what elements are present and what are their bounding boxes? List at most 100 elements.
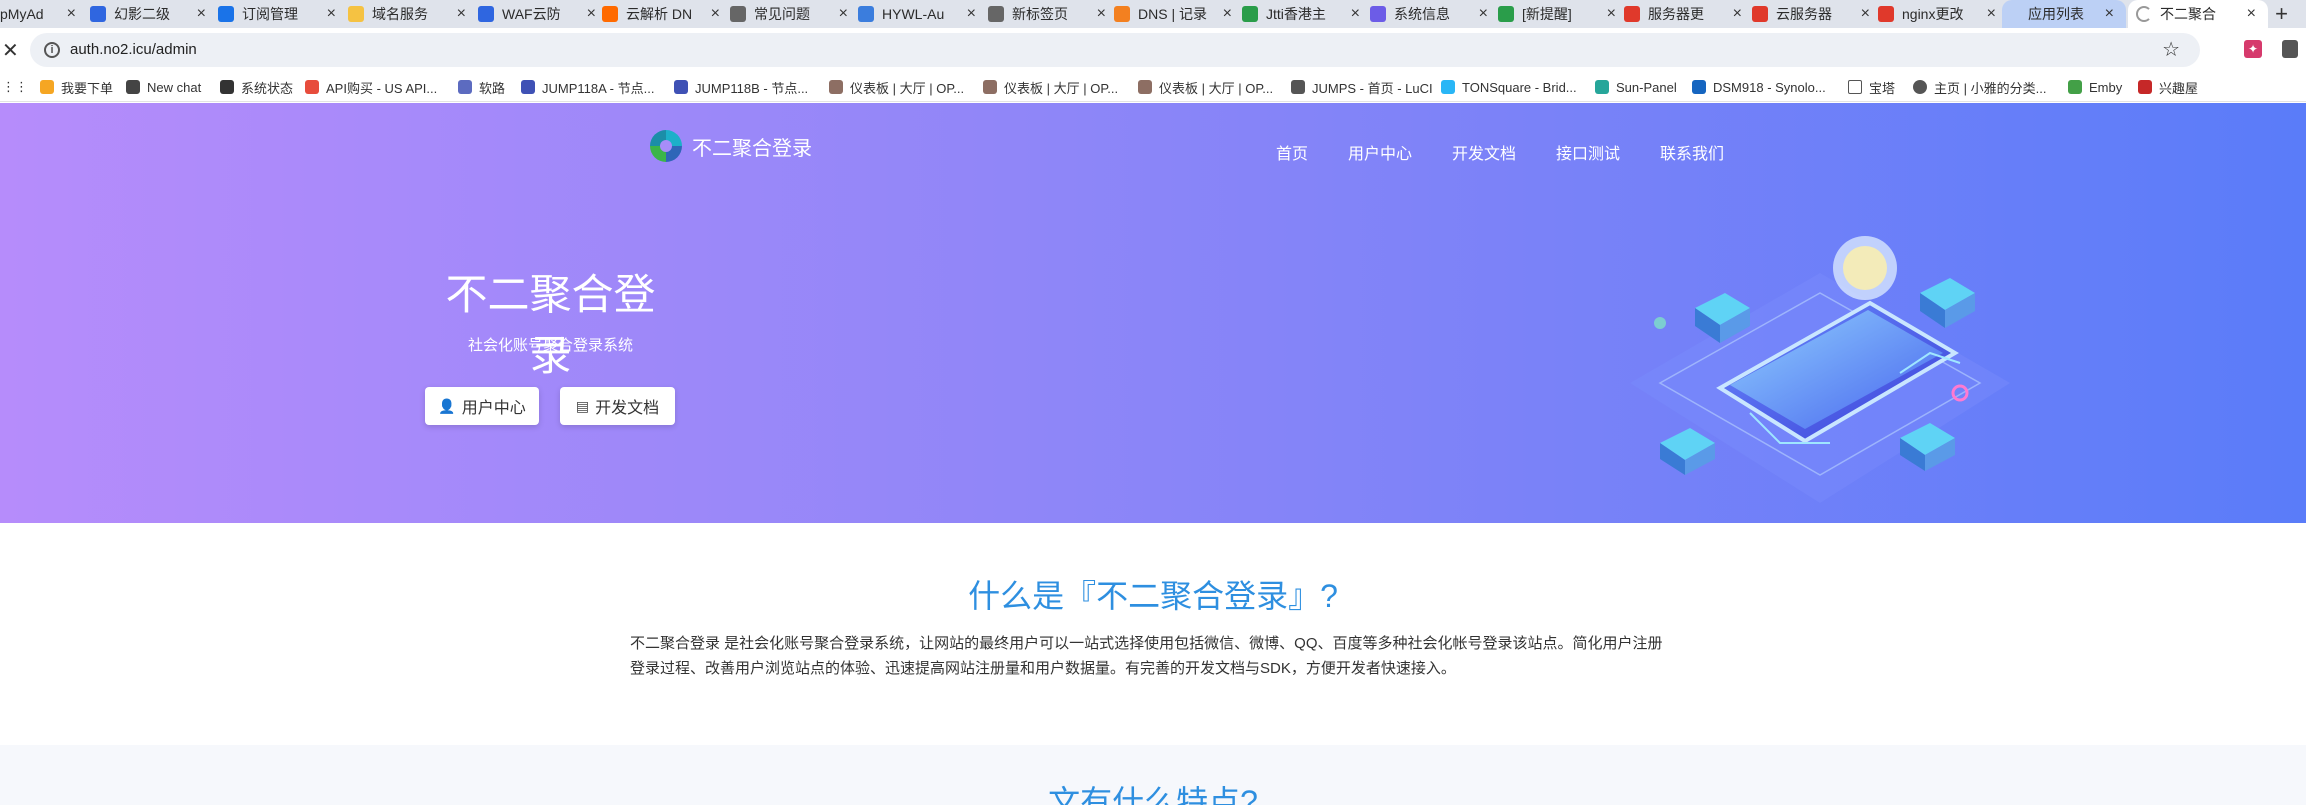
bookmark-label: 仪表板 | 大厅 | OP... xyxy=(1004,80,1119,96)
close-icon[interactable]: × xyxy=(1479,5,1488,23)
page-viewport: 不二聚合登录 首页 用户中心 开发文档 接口测试 联系我们 不二聚合登录 社会化… xyxy=(0,103,2306,805)
bookmark-label: 兴趣屋 xyxy=(2159,80,2199,96)
close-icon[interactable]: × xyxy=(457,5,466,23)
bookmark-folder[interactable]: 宝塔 xyxy=(1848,78,1895,96)
close-icon[interactable]: × xyxy=(839,5,848,23)
browser-tab[interactable]: 幻影二级 × xyxy=(88,0,218,28)
bookmark-item[interactable]: 软路 xyxy=(458,78,505,96)
section-title-features: 文有什么特点? xyxy=(1048,784,1258,805)
omnibox[interactable]: i auth.no2.icu/admin ☆ xyxy=(30,33,2200,67)
browser-tab[interactable]: WAF云防 × xyxy=(478,0,608,28)
bookmark-item[interactable]: 仪表板 | 大厅 | OP... xyxy=(1138,78,1273,96)
bookmark-label: API购买 - US API... xyxy=(326,80,438,96)
tab-title: HYWL-Au xyxy=(882,6,945,22)
tab-favicon-icon xyxy=(1624,6,1640,22)
book-icon: ▤ xyxy=(575,397,590,414)
user-center-button[interactable]: 👤 用户中心 xyxy=(425,387,539,425)
bookmark-item[interactable]: 仪表板 | 大厅 | OP... xyxy=(983,78,1118,96)
close-icon[interactable]: × xyxy=(1097,5,1106,23)
close-icon[interactable]: × xyxy=(1223,5,1232,23)
close-icon[interactable]: × xyxy=(2105,5,2114,23)
browser-tab-active[interactable]: 应用列表 × xyxy=(2002,0,2126,28)
bookmark-favicon-icon xyxy=(829,80,843,94)
close-icon[interactable]: × xyxy=(67,5,76,23)
close-icon[interactable]: × xyxy=(327,5,336,23)
url-text[interactable]: auth.no2.icu/admin xyxy=(70,41,197,58)
extension-icon[interactable] xyxy=(2282,40,2298,58)
tab-title: 服务器更 xyxy=(1648,6,1704,22)
bookmark-item[interactable]: 系统状态 xyxy=(220,78,293,96)
browser-tab[interactable]: 订阅管理 × xyxy=(218,0,348,28)
bookmark-favicon-icon xyxy=(674,80,688,94)
browser-tab[interactable]: 域名服务 × xyxy=(348,0,478,28)
stop-loading-icon[interactable]: ✕ xyxy=(2,38,19,63)
tab-title: 云服务器 xyxy=(1776,6,1832,22)
close-icon[interactable]: × xyxy=(1733,5,1742,23)
bookmark-item[interactable]: DSM918 - Synolo... xyxy=(1692,78,1826,96)
bookmark-item[interactable]: Sun-Panel xyxy=(1595,78,1677,96)
site-info-icon[interactable]: i xyxy=(44,42,60,58)
browser-tab-current[interactable]: 不二聚合 × xyxy=(2128,0,2268,28)
bookmark-item[interactable]: 仪表板 | 大厅 | OP... xyxy=(829,78,964,96)
bookmark-item[interactable]: TONSquare - Brid... xyxy=(1441,78,1577,96)
close-icon[interactable]: × xyxy=(1351,5,1360,23)
close-icon[interactable]: × xyxy=(197,5,206,23)
bookmark-favicon-icon xyxy=(1692,80,1706,94)
hero-illustration xyxy=(1630,236,2010,503)
bookmark-item[interactable]: JUMP118A - 节点... xyxy=(521,78,654,96)
dev-docs-button[interactable]: ▤ 开发文档 xyxy=(560,387,675,425)
bookmark-item[interactable]: JUMP118B - 节点... xyxy=(674,78,808,96)
nav-home[interactable]: 首页 xyxy=(1276,140,1308,164)
browser-tab[interactable]: 云解析 DN × xyxy=(602,0,732,28)
bookmark-star-icon[interactable]: ☆ xyxy=(2162,37,2180,62)
tab-title: 新标签页 xyxy=(1012,6,1068,22)
browser-tab[interactable]: DNS | 记录 × xyxy=(1114,0,1244,28)
bookmarks-bar: ⋮⋮ 我要下单 New chat 系统状态 API购买 - US API... … xyxy=(0,72,2306,102)
browser-tab[interactable]: HYWL-Au × xyxy=(858,0,988,28)
bookmark-item[interactable]: API购买 - US API... xyxy=(305,78,437,96)
bookmark-item[interactable]: Emby xyxy=(2068,78,2122,96)
features-section: 文有什么特点? xyxy=(0,745,2306,805)
close-icon[interactable]: × xyxy=(711,5,720,23)
tab-title: 域名服务 xyxy=(372,6,428,22)
browser-tab[interactable]: 新标签页 × xyxy=(988,0,1118,28)
tab-title: 幻影二级 xyxy=(114,6,170,22)
close-icon[interactable]: × xyxy=(1987,5,1996,23)
bookmark-label: JUMP118B - 节点... xyxy=(695,80,809,96)
browser-tab[interactable]: 常见问题 × xyxy=(730,0,860,28)
nav-api-test[interactable]: 接口测试 xyxy=(1556,140,1620,164)
browser-tab[interactable]: 云服务器 × xyxy=(1752,0,1882,28)
bookmark-item[interactable]: JUMPS - 首页 - LuCI xyxy=(1291,78,1433,96)
dev-docs-button-label: 开发文档 xyxy=(595,400,660,417)
nav-contact[interactable]: 联系我们 xyxy=(1660,140,1724,164)
close-icon[interactable]: × xyxy=(1861,5,1870,23)
new-tab-button[interactable]: + xyxy=(2275,0,2288,28)
close-icon[interactable]: × xyxy=(967,5,976,23)
browser-tab[interactable]: nginx更改 × xyxy=(1878,0,2008,28)
close-icon[interactable]: × xyxy=(1607,5,1616,23)
browser-tab[interactable]: 服务器更 × xyxy=(1624,0,1754,28)
tab-title: 系统信息 xyxy=(1394,6,1450,22)
bookmark-favicon-icon xyxy=(126,80,140,94)
site-logo[interactable]: 不二聚合登录 xyxy=(650,130,812,162)
logo-text: 不二聚合登录 xyxy=(692,137,812,160)
bookmark-item[interactable]: New chat xyxy=(126,78,201,96)
tab-favicon-icon xyxy=(730,6,746,22)
tab-favicon-icon xyxy=(478,6,494,22)
nav-dev-docs[interactable]: 开发文档 xyxy=(1452,140,1516,164)
tab-title: nginx更改 xyxy=(1902,6,1964,22)
bookmark-item[interactable]: 兴趣屋 xyxy=(2138,78,2198,96)
bookmark-label: New chat xyxy=(147,79,202,95)
extension-icon[interactable]: ✦ xyxy=(2244,40,2262,58)
apps-grid-icon[interactable]: ⋮⋮ xyxy=(2,78,28,96)
nav-user-center[interactable]: 用户中心 xyxy=(1348,140,1412,164)
close-icon[interactable]: × xyxy=(587,5,596,23)
browser-tab[interactable]: Jtti香港主 × xyxy=(1242,0,1372,28)
browser-tab[interactable]: [新提醒] × xyxy=(1498,0,1628,28)
browser-tab[interactable]: 系统信息 × xyxy=(1370,0,1500,28)
close-icon[interactable]: × xyxy=(2247,5,2256,23)
bookmark-item[interactable]: 主页 | 小雅的分类... xyxy=(1913,78,2046,96)
tab-title: 订阅管理 xyxy=(242,6,298,22)
browser-tab[interactable]: pMyAd × xyxy=(0,0,88,28)
bookmark-item[interactable]: 我要下单 xyxy=(40,78,113,96)
